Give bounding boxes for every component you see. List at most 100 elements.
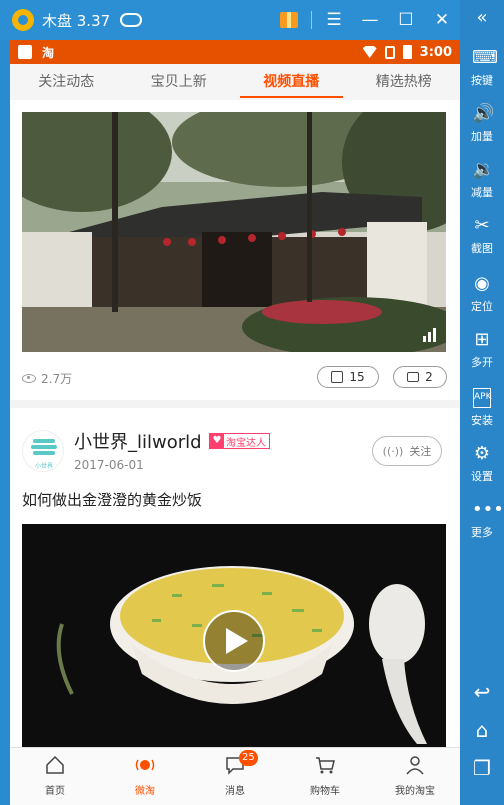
minimize-button[interactable]: — bbox=[352, 0, 388, 40]
tab-home[interactable]: 首页 bbox=[10, 748, 100, 805]
keyboard-icon: ⌨ bbox=[472, 47, 498, 68]
author-name[interactable]: 小世界_lilworld bbox=[74, 428, 202, 454]
signal-bars-icon bbox=[423, 328, 436, 342]
avatar[interactable]: 小世界 bbox=[22, 430, 64, 472]
sidebar-item-install[interactable]: APK 安装 bbox=[460, 388, 504, 428]
post-title[interactable]: 如何做出金澄澄的黄金炒饭 bbox=[22, 489, 202, 510]
tab-hot-list[interactable]: 精选热榜 bbox=[348, 64, 461, 100]
badge-label: 淘宝达人 bbox=[226, 437, 266, 449]
statusbar-app-label: 淘 bbox=[42, 45, 55, 60]
video-player-fried-rice[interactable] bbox=[22, 524, 446, 750]
eye-icon bbox=[22, 373, 36, 383]
tab-new-items[interactable]: 宝贝上新 bbox=[123, 64, 236, 100]
author-row: 小世界 小世界_lilworld ♥ 淘宝达人 2017-06-01 ((·))… bbox=[22, 424, 446, 480]
gift-icon bbox=[280, 12, 298, 28]
expand-icon: « bbox=[476, 7, 488, 28]
app-logo-icon bbox=[12, 9, 34, 31]
sidebar-item-volume-up[interactable]: 🔊 加量 bbox=[460, 104, 504, 144]
settings-icon: ⚙ bbox=[473, 443, 491, 464]
sidebar-label: 多开 bbox=[471, 356, 493, 369]
video-player-building[interactable] bbox=[22, 112, 446, 352]
emulator-window: 木盘 3.37 ☰ — ☐ ✕ « ⌨ 按键 🔊 加量 🔉 减量 ✂ 截图 ◉ 定位 ⊞ 多… bbox=[0, 0, 504, 805]
tab-cart[interactable]: 购物车 bbox=[280, 748, 370, 805]
sidebar-label: 截图 bbox=[471, 242, 493, 255]
post-stats: 2.7万 bbox=[22, 366, 446, 390]
follow-button[interactable]: ((·)) 关注 bbox=[372, 436, 442, 466]
sidebar-label: 定位 bbox=[471, 300, 493, 313]
volume-up-icon: 🔊 bbox=[472, 103, 495, 124]
taobao-app: 关注动态 宝贝上新 视频直播 精选热榜 2.7万 15 2 小世界 小世界_li… bbox=[10, 64, 460, 805]
feed-tabs: 关注动态 宝贝上新 视频直播 精选热榜 bbox=[10, 64, 460, 100]
follow-icon: ((·)) bbox=[382, 444, 404, 458]
status-badge: ♥ 淘宝达人 bbox=[209, 433, 270, 449]
avatar-text: 小世界 bbox=[34, 463, 53, 470]
sidebar-expand-button[interactable]: « bbox=[460, 8, 504, 32]
sidebar-item-multi-open[interactable]: ⊞ 多开 bbox=[460, 330, 504, 370]
cart-icon bbox=[316, 757, 335, 774]
android-statusbar: 淘 3:00 bbox=[10, 40, 460, 64]
close-icon: ✕ bbox=[434, 10, 450, 30]
sidebar-item-volume-down[interactable]: 🔉 减量 bbox=[460, 160, 504, 200]
section-divider bbox=[10, 400, 460, 408]
battery-icon bbox=[402, 45, 412, 59]
tab-label: 我的淘宝 bbox=[395, 786, 435, 797]
minimize-icon: — bbox=[361, 10, 379, 30]
location-icon: ◉ bbox=[474, 273, 490, 294]
tab-weitao[interactable]: 微淘 bbox=[100, 748, 190, 805]
gift-button[interactable] bbox=[271, 0, 307, 40]
home-icon bbox=[46, 755, 64, 774]
profile-icon bbox=[406, 756, 424, 775]
tab-label: 消息 bbox=[225, 786, 245, 797]
home-nav-icon: ⌂ bbox=[475, 718, 489, 742]
tab-label: 购物车 bbox=[310, 786, 340, 797]
home-button[interactable]: ⌂ bbox=[460, 718, 504, 742]
comment-count: 2 bbox=[425, 370, 433, 384]
sidebar-item-location[interactable]: ◉ 定位 bbox=[460, 274, 504, 314]
close-button[interactable]: ✕ bbox=[424, 0, 460, 40]
emulator-sidebar: « ⌨ 按键 🔊 加量 🔉 减量 ✂ 截图 ◉ 定位 ⊞ 多开 APK 安装 ⚙ 设置 ••• 更… bbox=[460, 0, 504, 805]
sidebar-item-more[interactable]: ••• 更多 bbox=[460, 500, 504, 540]
scissors-icon: ✂ bbox=[474, 215, 490, 236]
sidebar-label: 按键 bbox=[471, 74, 493, 87]
thumbs-up-icon bbox=[331, 371, 344, 383]
gamepad-icon[interactable] bbox=[120, 13, 143, 27]
maximize-button[interactable]: ☐ bbox=[388, 0, 424, 40]
recents-button[interactable]: ❐ bbox=[460, 756, 504, 780]
multi-open-icon: ⊞ bbox=[474, 329, 490, 350]
taobao-heart-icon: ♥ bbox=[210, 434, 224, 448]
apk-icon: APK bbox=[473, 388, 492, 408]
sidebar-item-keyboard[interactable]: ⌨ 按键 bbox=[460, 48, 504, 88]
view-count: 2.7万 bbox=[41, 371, 73, 386]
post-date: 2017-06-01 bbox=[74, 458, 144, 472]
comment-button[interactable]: 2 bbox=[393, 366, 447, 388]
sidebar-item-screenshot[interactable]: ✂ 截图 bbox=[460, 216, 504, 256]
maximize-icon: ☐ bbox=[398, 10, 414, 30]
emulator-title: 木盘 3.37 bbox=[42, 11, 111, 30]
tab-following[interactable]: 关注动态 bbox=[10, 64, 123, 100]
tab-messages[interactable]: 25 消息 bbox=[190, 748, 280, 805]
recents-icon: ❐ bbox=[473, 756, 491, 780]
sidebar-label: 安装 bbox=[471, 414, 493, 427]
weitao-icon bbox=[135, 759, 155, 771]
menu-icon: ☰ bbox=[326, 10, 342, 30]
tab-my-taobao[interactable]: 我的淘宝 bbox=[370, 748, 460, 805]
message-count-badge: 25 bbox=[239, 750, 258, 766]
titlebar-divider bbox=[311, 11, 312, 29]
back-button[interactable]: ↩ bbox=[460, 680, 504, 704]
sidebar-label: 更多 bbox=[471, 526, 493, 539]
sidebar-item-settings[interactable]: ⚙ 设置 bbox=[460, 444, 504, 484]
statusbar-time: 3:00 bbox=[419, 44, 452, 60]
sidebar-label: 设置 bbox=[471, 470, 493, 483]
like-button[interactable]: 15 bbox=[317, 366, 379, 388]
tab-video-live[interactable]: 视频直播 bbox=[235, 64, 348, 100]
volume-down-icon: 🔉 bbox=[472, 159, 495, 180]
menu-button[interactable]: ☰ bbox=[316, 0, 352, 40]
sidebar-label: 减量 bbox=[471, 186, 493, 199]
comment-icon bbox=[407, 372, 420, 382]
emulator-titlebar: 木盘 3.37 ☰ — ☐ ✕ bbox=[0, 0, 460, 40]
tab-label: 首页 bbox=[45, 786, 65, 797]
back-icon: ↩ bbox=[473, 680, 491, 704]
tab-label: 微淘 bbox=[135, 786, 155, 797]
no-sim-icon bbox=[384, 45, 395, 59]
notification-icon bbox=[18, 45, 32, 59]
